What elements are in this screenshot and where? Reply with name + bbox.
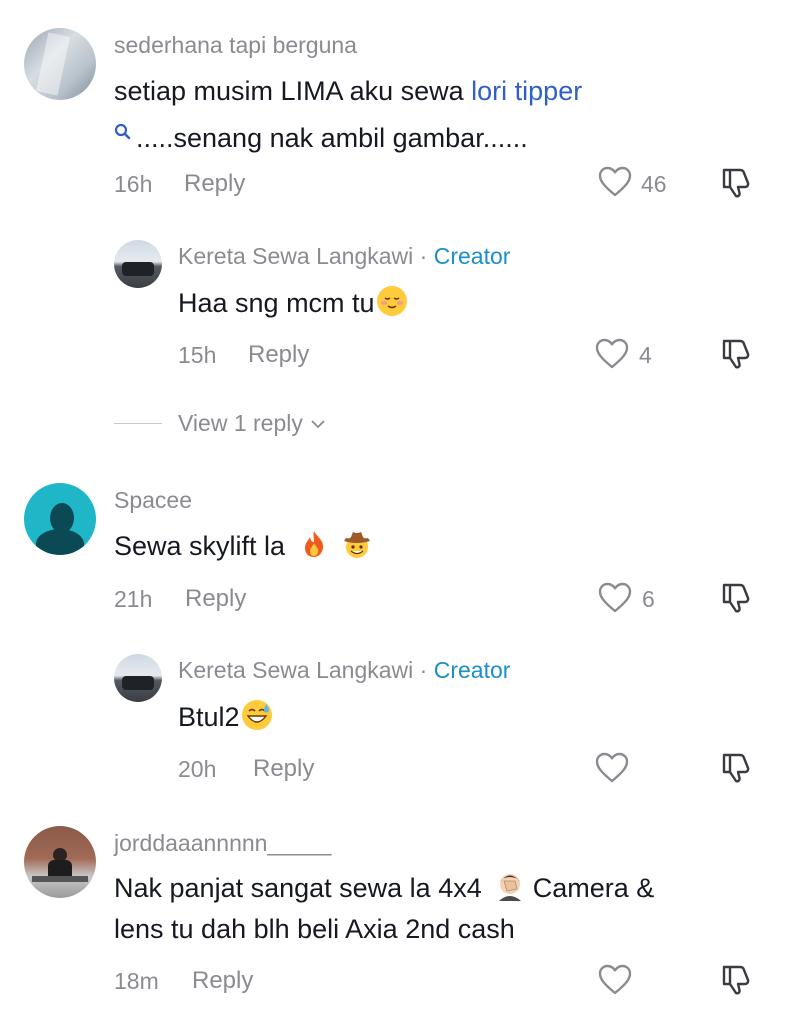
comment-text: setiap musim LIMA aku sewa lori tipper (114, 71, 582, 111)
reply-username[interactable]: Kereta Sewa Langkawi · Creator (178, 657, 510, 684)
relieved-face-emoji-icon (376, 286, 407, 316)
thumbs-down-icon[interactable] (720, 581, 754, 615)
comment-time: 21h (114, 586, 153, 612)
reply-username-text: Kereta Sewa Langkawi (178, 243, 414, 269)
thumbs-down-icon[interactable] (720, 963, 754, 997)
reply-text: Haa sng mcm tu (178, 283, 407, 323)
avatar[interactable] (24, 28, 96, 100)
reply-text-part: Haa sng mcm tu (178, 288, 375, 318)
avatar[interactable] (24, 483, 96, 555)
reply-text: Btul2 (178, 697, 272, 737)
heart-outline-icon[interactable] (598, 166, 632, 198)
comment-text-part: .....senang nak ambil gambar...... (136, 123, 528, 153)
thumbs-down-icon[interactable] (720, 751, 754, 785)
comment-text-part: setiap musim LIMA aku sewa (114, 76, 472, 106)
separator-dot: · (413, 657, 434, 683)
reply-button[interactable]: Reply (184, 170, 245, 198)
grinning-sweat-emoji-icon (241, 700, 272, 730)
like-count: 46 (641, 171, 667, 197)
comment-text-part: Sewa skylift la (114, 531, 286, 561)
avatar[interactable] (114, 240, 162, 288)
thumbs-down-icon[interactable] (720, 337, 754, 371)
reply-button[interactable]: Reply (253, 755, 314, 783)
comment-text: .....senang nak ambil gambar...... (114, 112, 528, 158)
comment-text-part: Camera & (525, 873, 655, 903)
comment-text: Nak panjat sangat sewa la 4x4 Camera & (114, 868, 654, 908)
reply-button[interactable]: Reply (248, 341, 309, 369)
reply-time: 20h (178, 756, 217, 782)
heart-outline-icon[interactable] (598, 964, 632, 996)
comment-username[interactable]: Spacee (114, 487, 192, 514)
reply-text-part: Btul2 (178, 702, 240, 732)
comment-time: 18m (114, 968, 159, 994)
reply-time: 15h (178, 342, 217, 368)
comment-text: Sewa skylift la (114, 526, 372, 566)
avatar[interactable] (114, 654, 162, 702)
heart-outline-icon[interactable] (595, 338, 629, 370)
like-count: 6 (642, 586, 655, 612)
reply-username-text: Kereta Sewa Langkawi (178, 657, 414, 683)
chevron-down-icon (311, 420, 325, 429)
cowboy-face-emoji-icon (342, 529, 372, 559)
reply-username[interactable]: Kereta Sewa Langkawi · Creator (178, 243, 510, 270)
separator-dot: · (413, 243, 434, 269)
avatar[interactable] (24, 826, 96, 898)
comment-text-part: Nak panjat sangat sewa la 4x4 (114, 873, 482, 903)
creator-badge: Creator (433, 243, 511, 269)
reply-button[interactable]: Reply (192, 967, 253, 995)
comment-text: lens tu dah blh beli Axia 2nd cash (114, 914, 515, 944)
heart-outline-icon[interactable] (598, 582, 632, 614)
comment-username[interactable]: jorddaaannnnn_____ (114, 830, 331, 857)
reply-button[interactable]: Reply (185, 585, 246, 613)
view-replies-divider (114, 423, 162, 424)
search-link[interactable]: lori tipper (471, 76, 582, 106)
like-count: 4 (639, 342, 652, 368)
view-replies-label: View 1 reply (178, 410, 303, 436)
fire-emoji-icon (299, 529, 329, 559)
comment-username[interactable]: sederhana tapi berguna (114, 32, 357, 59)
comment-time: 16h (114, 171, 153, 197)
search-icon[interactable] (114, 112, 132, 152)
heart-outline-icon[interactable] (595, 752, 629, 784)
thumbs-down-icon[interactable] (720, 166, 754, 200)
view-replies-button[interactable]: View 1 reply (178, 410, 325, 437)
creator-badge: Creator (433, 657, 511, 683)
facepalm-emoji-icon (495, 871, 525, 901)
